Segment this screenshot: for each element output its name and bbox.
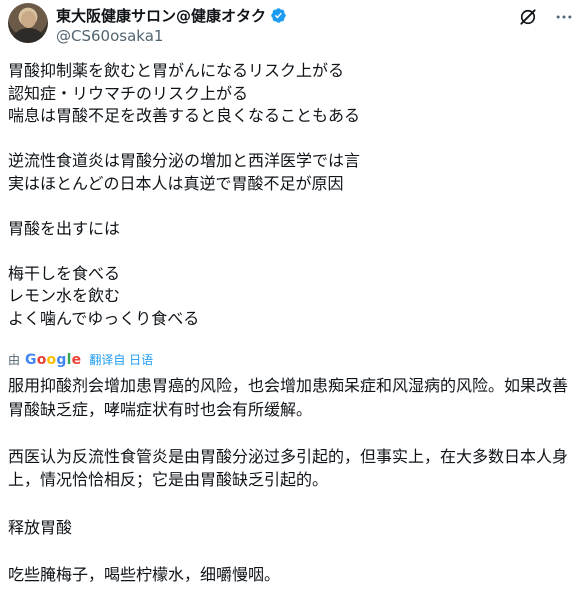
grok-icon-graphic: [520, 9, 536, 25]
google-logo: Google: [25, 352, 81, 368]
author-display-name[interactable]: 東大阪健康サロン@健康オタク: [56, 5, 266, 26]
google-letter: g: [56, 351, 67, 368]
google-letter: G: [25, 351, 37, 368]
more-icon-graphic: [556, 15, 572, 19]
tweet-original-text: 胃酸抑制薬を飲むと胃がんになるリスク上がる 認知症・リウマチのリスク上がる 喘息…: [8, 61, 361, 328]
top-actions: [517, 6, 575, 28]
avatar-body-shape: [14, 28, 43, 43]
verified-badge-icon: [271, 8, 286, 23]
author-name-row[interactable]: 東大阪健康サロン@健康オタク: [56, 5, 287, 26]
google-letter: e: [71, 351, 82, 368]
grok-icon[interactable]: [517, 6, 539, 28]
translated-by-label: 由: [8, 353, 21, 367]
avatar[interactable]: [8, 3, 48, 43]
translation-attribution: 由 Google 翻译自 日语: [8, 351, 153, 368]
tweet-translated-text: 服用抑酸剂会增加患胃癌的风险，也会增加患痴呆症和风湿病的风险。如果改善胃酸缺乏症…: [8, 376, 569, 584]
more-icon[interactable]: [553, 6, 575, 28]
translated-from-link[interactable]: 翻译自 日语: [89, 351, 153, 368]
google-letter: o: [46, 351, 57, 368]
author-handle[interactable]: @CS60osaka1: [56, 27, 163, 45]
avatar-face-shape: [21, 11, 36, 28]
google-letter: o: [36, 351, 47, 368]
